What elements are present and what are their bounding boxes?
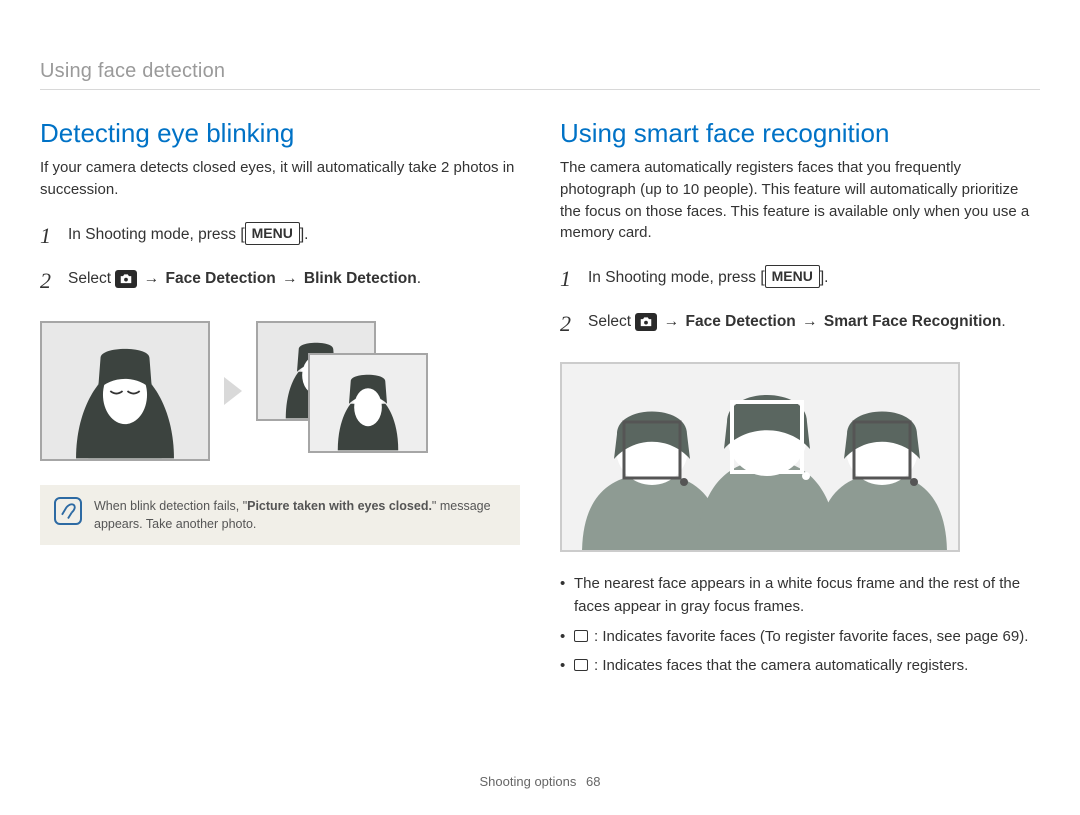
photo-result-2 [308, 353, 428, 453]
note-bold: Picture taken with eyes closed. [247, 499, 432, 513]
arrow-icon: → [282, 270, 298, 287]
path-blink-detection: Blink Detection [304, 270, 417, 287]
bullet-text: : Indicates favorite faces (To register … [594, 628, 1028, 645]
page-footer: Shooting options 68 [0, 774, 1080, 789]
photo-eyes-closed [40, 321, 210, 461]
step-text: In Shooting mode, press [MENU]. [68, 219, 309, 246]
bullet-auto-faces: : Indicates faces that the camera automa… [560, 654, 1040, 677]
right-bullets: The nearest face appears in a white focu… [560, 572, 1040, 677]
col-right: Using smart face recognition The camera … [560, 118, 1040, 683]
auto-face-frame-icon [574, 659, 588, 671]
step-suffix: ]. [820, 269, 829, 286]
bullet-text: : Indicates faces that the camera automa… [594, 657, 968, 674]
camera-icon [635, 313, 657, 331]
left-steps: 1 In Shooting mode, press [MENU]. 2 Sele… [40, 219, 520, 297]
col-left: Detecting eye blinking If your camera de… [40, 118, 520, 683]
group-svg [562, 364, 960, 552]
left-step-1: 1 In Shooting mode, press [MENU]. [40, 219, 520, 252]
arrow-icon: → [664, 313, 680, 330]
menu-button-label: MENU [245, 222, 300, 245]
right-steps: 1 In Shooting mode, press [MENU]. 2 Sele… [560, 262, 1040, 340]
step-text: In Shooting mode, press [MENU]. [588, 262, 829, 289]
note-text: When blink detection fails, "Picture tak… [94, 497, 506, 533]
blink-illustration [40, 321, 520, 461]
step-number: 1 [560, 262, 574, 295]
right-step-1: 1 In Shooting mode, press [MENU]. [560, 262, 1040, 295]
arrow-icon: → [802, 313, 818, 330]
path-smart-face: Smart Face Recognition [824, 313, 1001, 330]
bullet-nearest-face: The nearest face appears in a white focu… [560, 572, 1040, 619]
note-box: When blink detection fails, "Picture tak… [40, 485, 520, 545]
left-intro: If your camera detects closed eyes, it w… [40, 157, 520, 201]
footer-page-number: 68 [586, 774, 600, 789]
arrow-right-icon [224, 377, 242, 405]
bullet-favorite-faces: : Indicates favorite faces (To register … [560, 625, 1040, 648]
group-illustration [560, 362, 960, 552]
step-number: 1 [40, 219, 54, 252]
face-icon [316, 364, 420, 450]
step-prefix: In Shooting mode, press [ [588, 269, 765, 286]
photo-stack [256, 321, 426, 461]
step-suffix: ]. [300, 226, 309, 243]
step-end: . [1001, 313, 1005, 330]
note-prefix: When blink detection fails, " [94, 499, 247, 513]
left-step-2: 2 Select → Face Detection → Blink Detect… [40, 264, 520, 297]
arrow-icon: → [144, 270, 160, 287]
step-text: Select → Face Detection → Smart Face Rec… [588, 307, 1006, 333]
footer-section: Shooting options [480, 774, 577, 789]
menu-button-label: MENU [765, 265, 820, 288]
content-columns: Detecting eye blinking If your camera de… [40, 118, 1040, 683]
step-prefix: In Shooting mode, press [ [68, 226, 245, 243]
right-title: Using smart face recognition [560, 118, 1040, 149]
step-select: Select [588, 313, 635, 330]
note-icon [54, 497, 82, 525]
right-intro: The camera automatically registers faces… [560, 157, 1040, 244]
right-step-2: 2 Select → Face Detection → Smart Face R… [560, 307, 1040, 340]
favorite-face-frame-icon [574, 630, 588, 642]
path-face-detection: Face Detection [686, 313, 796, 330]
step-number: 2 [40, 264, 54, 297]
step-number: 2 [560, 307, 574, 340]
page-header: Using face detection [40, 60, 1040, 90]
left-title: Detecting eye blinking [40, 118, 520, 149]
camera-icon [115, 270, 137, 288]
face-closed-icon [50, 336, 199, 458]
path-face-detection: Face Detection [166, 270, 276, 287]
step-end: . [417, 270, 421, 287]
step-select: Select [68, 270, 115, 287]
step-text: Select → Face Detection → Blink Detectio… [68, 264, 421, 290]
